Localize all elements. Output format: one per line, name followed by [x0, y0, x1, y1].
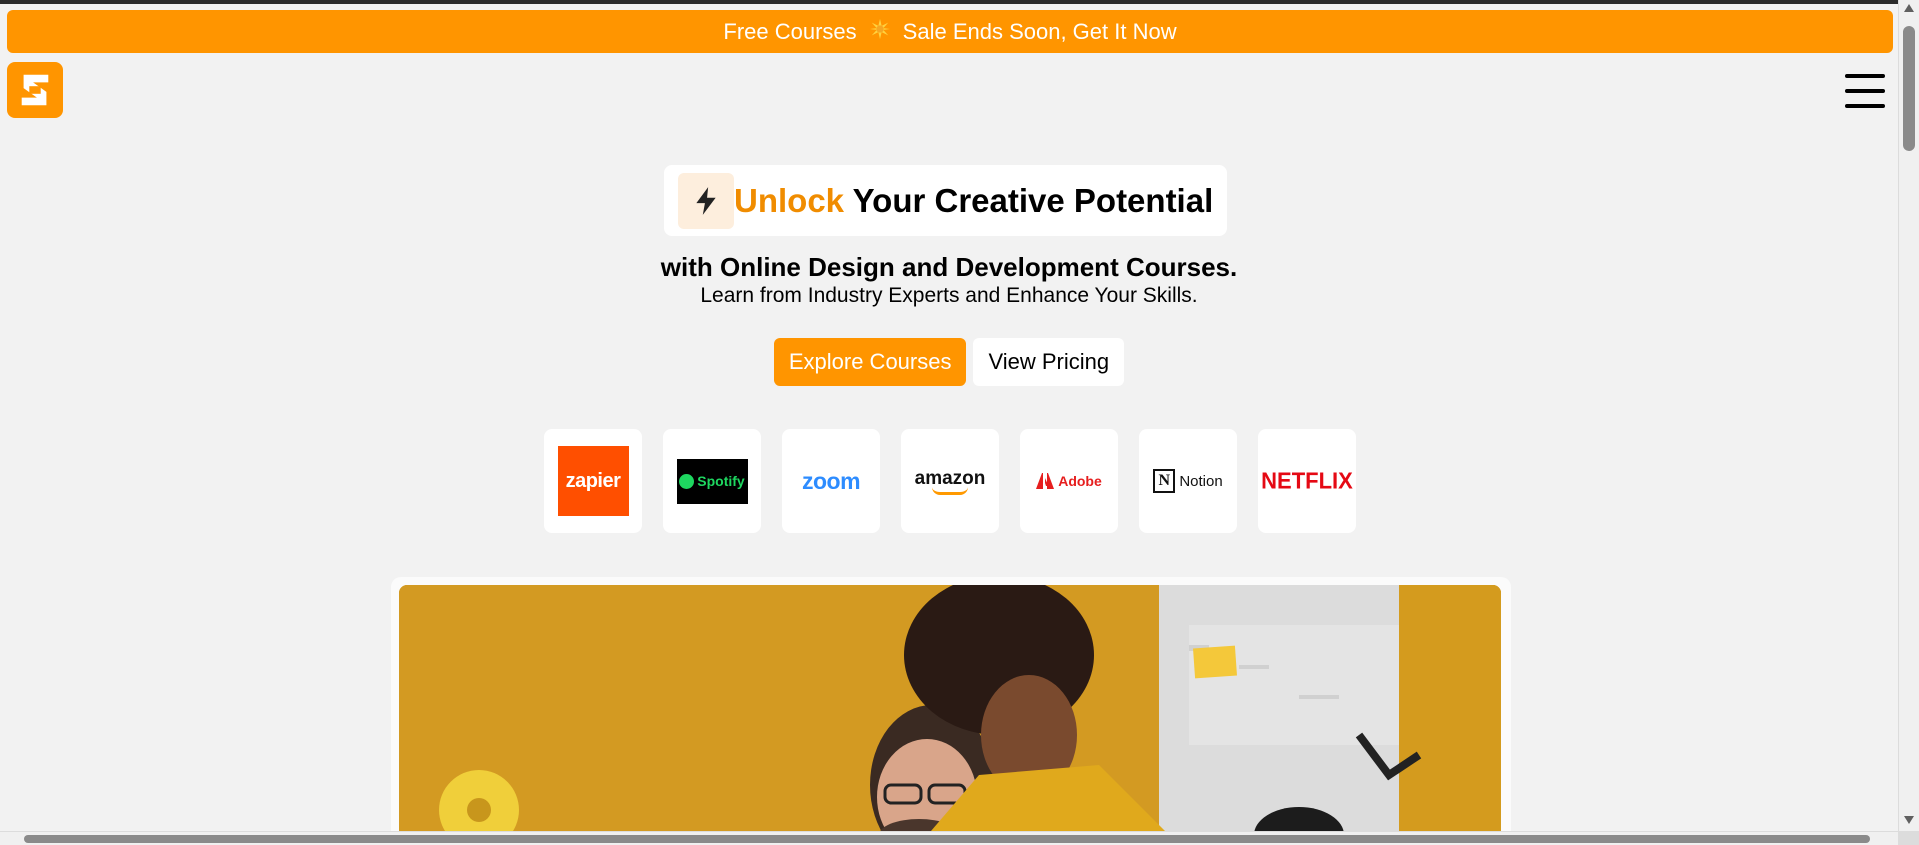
spotify-icon — [679, 473, 695, 489]
horizontal-scrollbar-thumb[interactable] — [24, 835, 1870, 843]
brand-card-amazon: amazon — [901, 429, 999, 533]
notion-icon: N — [1153, 469, 1176, 493]
promo-banner[interactable]: Free Courses Sale Ends Soon, Get It Now — [7, 10, 1893, 53]
scrollbar-corner — [1898, 831, 1919, 845]
banner-text-right: Sale Ends Soon, Get It Now — [902, 18, 1177, 44]
spotify-label: Spotify — [697, 473, 745, 489]
brand-card-netflix: NETFLIX — [1258, 429, 1356, 533]
cta-row: Explore Courses View Pricing — [0, 338, 1898, 386]
menu-line-middle — [1845, 89, 1885, 93]
banner-text-left: Free Courses — [723, 18, 857, 44]
menu-line-bottom — [1845, 104, 1885, 108]
adobe-icon — [1036, 473, 1055, 489]
hero-title-rest: Your Creative Potential — [844, 181, 1214, 219]
page-viewport: Free Courses Sale Ends Soon, Get It Now … — [0, 0, 1898, 831]
amazon-smile-icon — [932, 487, 968, 495]
netflix-logo: NETFLIX — [1261, 467, 1353, 494]
vertical-scrollbar-thumb[interactable] — [1903, 26, 1915, 151]
notion-label: Notion — [1179, 472, 1223, 490]
sparkle-icon — [869, 18, 891, 46]
horizontal-scrollbar[interactable] — [0, 831, 1898, 845]
zoom-logo: zoom — [801, 467, 861, 494]
adobe-label: Adobe — [1058, 473, 1102, 489]
hero-subtitle: with Online Design and Development Cours… — [660, 252, 1238, 282]
hero-description: Learn from Industry Experts and Enhance … — [700, 284, 1198, 307]
hamburger-menu-icon[interactable] — [1845, 74, 1885, 108]
spotify-logo: Spotify — [676, 458, 748, 504]
brand-card-zoom: zoom — [782, 429, 880, 533]
lightning-bolt-icon — [678, 172, 734, 229]
brand-card-notion: N Notion — [1139, 429, 1237, 533]
brand-card-spotify: Spotify — [663, 429, 761, 533]
hero-photo-illustration — [399, 585, 1501, 831]
notion-logo: N Notion — [1153, 469, 1223, 493]
adobe-logo: Adobe — [1036, 473, 1102, 489]
hero-title: Unlock Your Creative Potential — [734, 182, 1213, 220]
brand-logo-row: zapier Spotify zoom amazon Adobe N Notio… — [544, 429, 1356, 533]
scroll-up-arrow-icon[interactable] — [1904, 4, 1914, 12]
brand-card-adobe: Adobe — [1020, 429, 1118, 533]
view-pricing-button[interactable]: View Pricing — [973, 338, 1125, 386]
brand-card-zapier: zapier — [544, 429, 642, 533]
menu-line-top — [1845, 74, 1885, 78]
vertical-scrollbar[interactable] — [1898, 0, 1919, 845]
zapier-logo: zapier — [557, 446, 629, 516]
s-logo-icon — [21, 74, 49, 106]
hero-title-accent: Unlock — [734, 181, 845, 219]
site-logo[interactable] — [7, 62, 63, 118]
explore-courses-button[interactable]: Explore Courses — [773, 338, 967, 386]
scroll-down-arrow-icon[interactable] — [1904, 816, 1914, 824]
hero-image — [399, 585, 1501, 831]
amazon-logo: amazon — [915, 468, 985, 495]
hero-title-pill: Unlock Your Creative Potential — [664, 165, 1228, 236]
